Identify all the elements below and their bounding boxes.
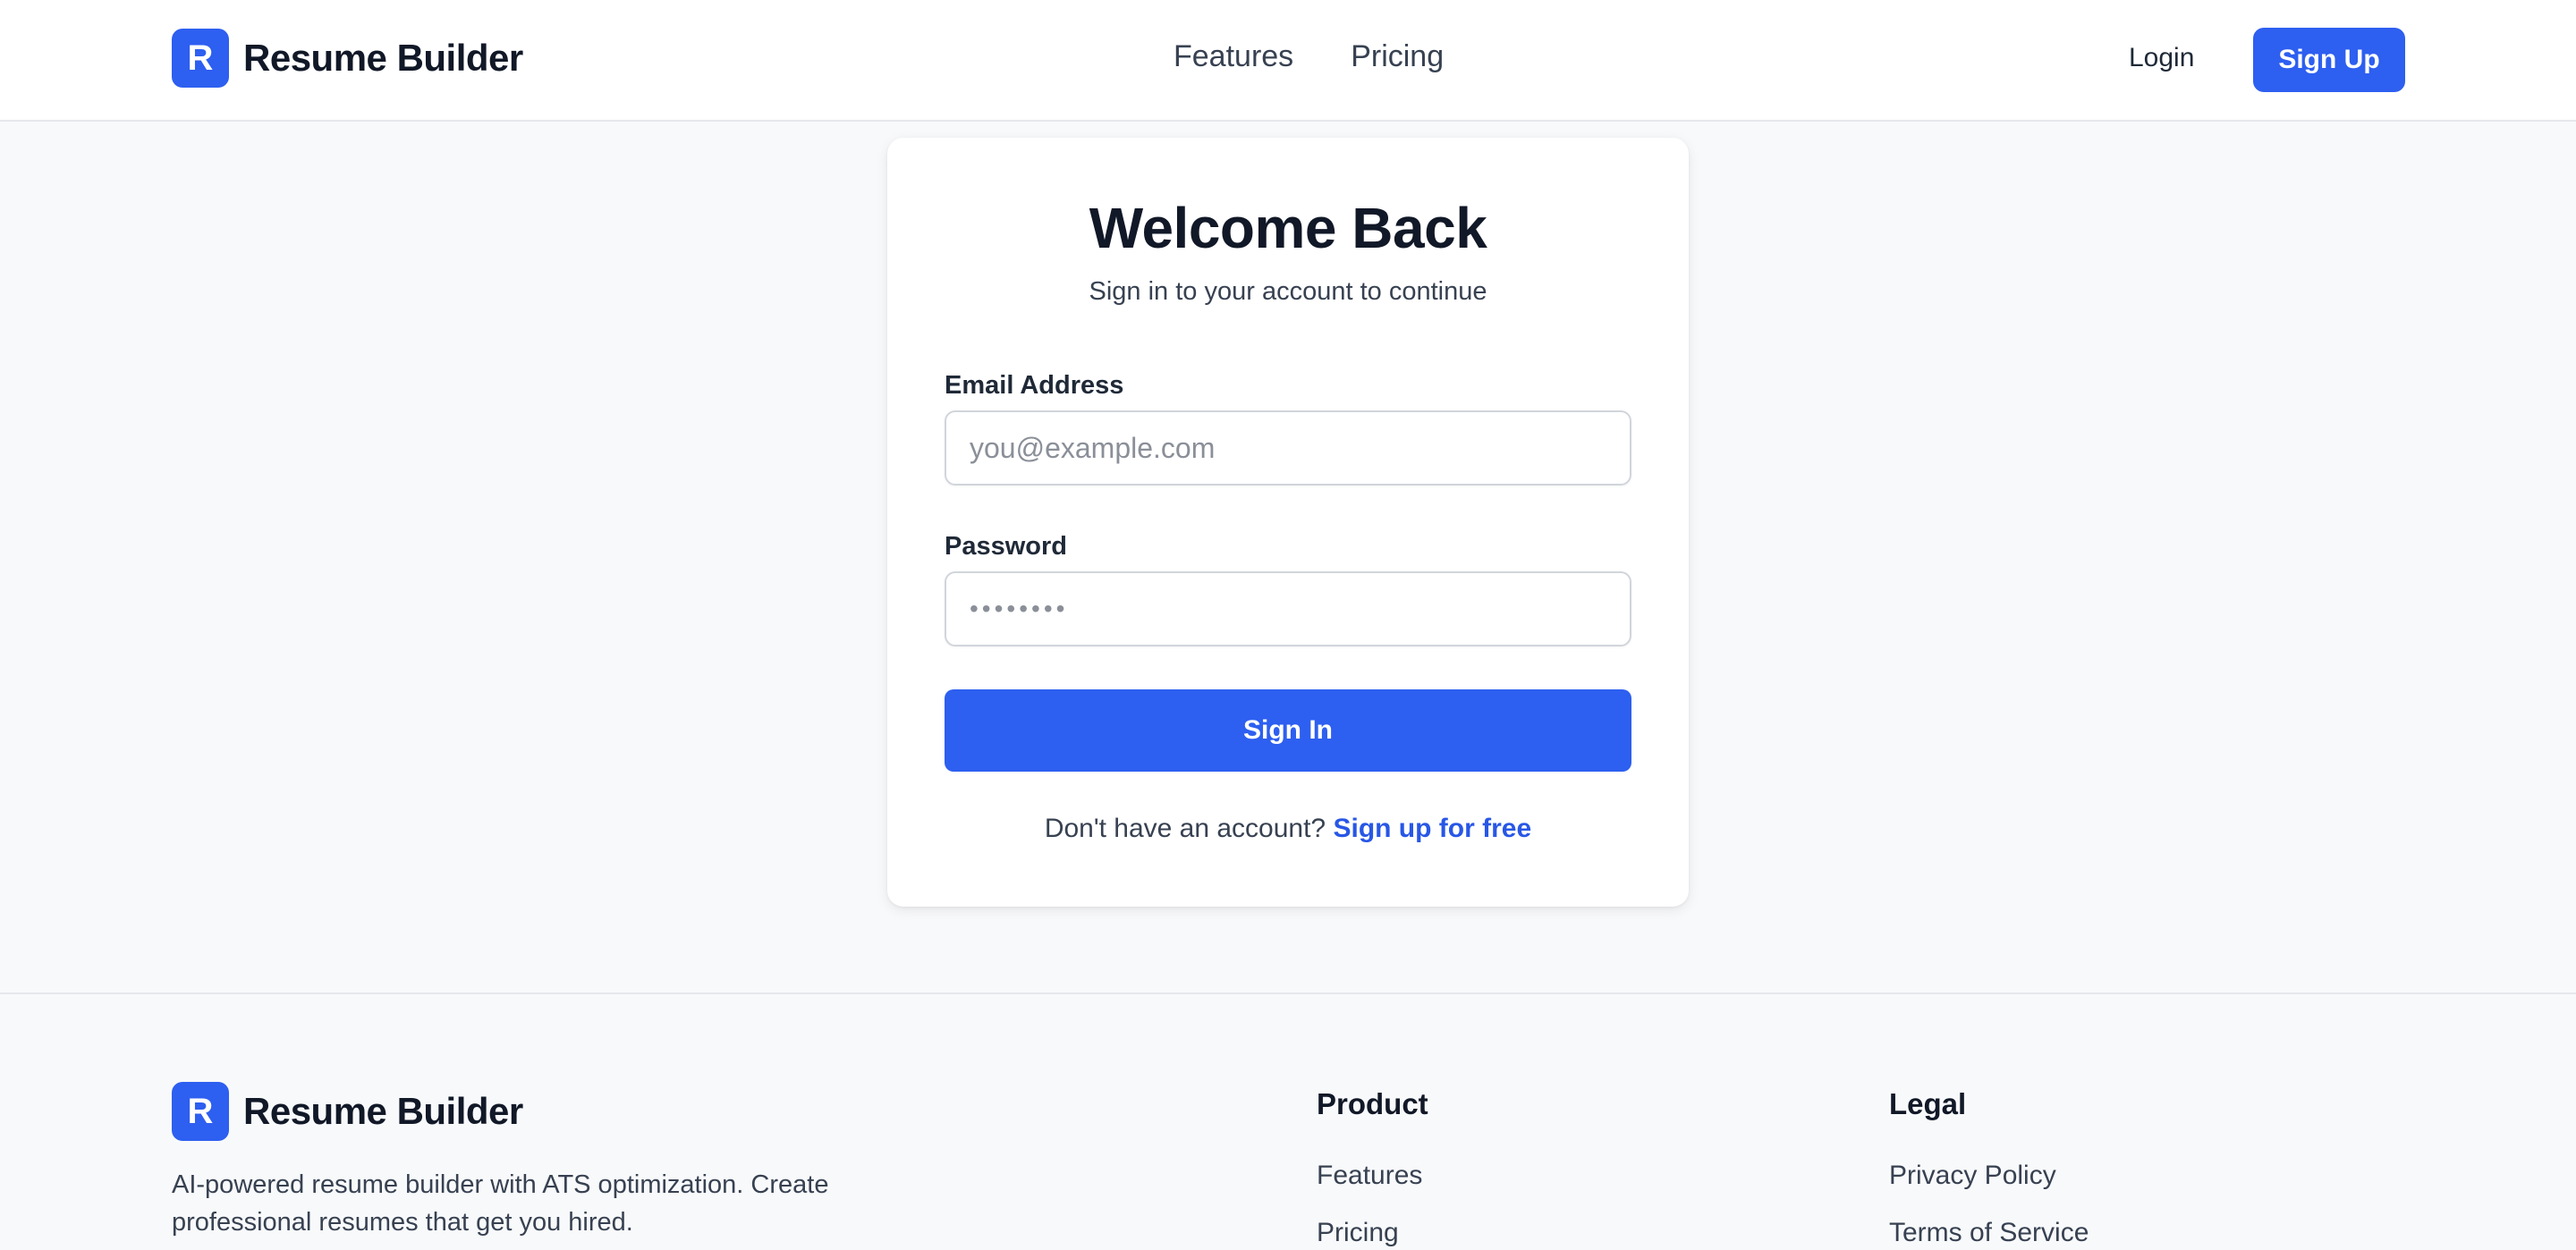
email-field[interactable]: you@example.com bbox=[945, 410, 1631, 486]
footer-features-link[interactable]: Features bbox=[1317, 1157, 1428, 1195]
password-label: Password bbox=[945, 532, 1067, 561]
page-title: Welcome Back bbox=[1089, 196, 1487, 260]
footer-column-title: Product bbox=[1317, 1087, 1428, 1120]
password-field[interactable]: •••••••• bbox=[945, 571, 1631, 646]
resume-builder-logo-icon: R bbox=[172, 1082, 229, 1141]
email-placeholder: you@example.com bbox=[970, 431, 1216, 464]
login-card: Welcome Back Sign in to your account to … bbox=[887, 138, 1689, 907]
signup-prompt-text: Don't have an account? bbox=[1044, 814, 1326, 843]
site-header: R Resume Builder Features Pricing Login … bbox=[0, 0, 2576, 122]
footer-column-title: Legal bbox=[1889, 1087, 1967, 1120]
page: R Resume Builder Features Pricing Login … bbox=[0, 0, 2576, 1250]
resume-builder-logo-icon: R bbox=[172, 29, 229, 88]
nav-pricing-link[interactable]: Pricing bbox=[1351, 39, 1444, 74]
site-footer: R Resume Builder AI-powered resume build… bbox=[0, 992, 2576, 1250]
signup-button[interactable]: Sign Up bbox=[2253, 28, 2405, 92]
header-brand[interactable]: R Resume Builder bbox=[172, 29, 523, 88]
footer-column-product: Product Features Pricing bbox=[1317, 1087, 1428, 1250]
footer-brand-name: Resume Builder bbox=[243, 1090, 523, 1132]
footer-terms-link[interactable]: Terms of Service bbox=[1889, 1214, 2089, 1250]
footer-description: AI-powered resume builder with ATS optim… bbox=[172, 1170, 829, 1237]
login-link[interactable]: Login bbox=[2129, 43, 2194, 73]
main-nav: Features Pricing bbox=[1174, 39, 1444, 74]
nav-features-link[interactable]: Features bbox=[1174, 39, 1293, 74]
password-placeholder: •••••••• bbox=[970, 595, 1069, 622]
sign-in-button[interactable]: Sign In bbox=[945, 689, 1631, 772]
footer-pricing-link[interactable]: Pricing bbox=[1317, 1214, 1428, 1250]
footer-column-legal: Legal Privacy Policy Terms of Service bbox=[1889, 1087, 2089, 1250]
page-subtitle: Sign in to your account to continue bbox=[1089, 277, 1487, 306]
brand-name: Resume Builder bbox=[243, 37, 523, 79]
footer-privacy-link[interactable]: Privacy Policy bbox=[1889, 1157, 2089, 1195]
signup-free-link[interactable]: Sign up for free bbox=[1333, 814, 1531, 843]
email-label: Email Address bbox=[945, 371, 1124, 400]
signup-prompt: Don't have an account? Sign up for free bbox=[887, 814, 1689, 844]
footer-brand[interactable]: R Resume Builder bbox=[172, 1082, 523, 1141]
